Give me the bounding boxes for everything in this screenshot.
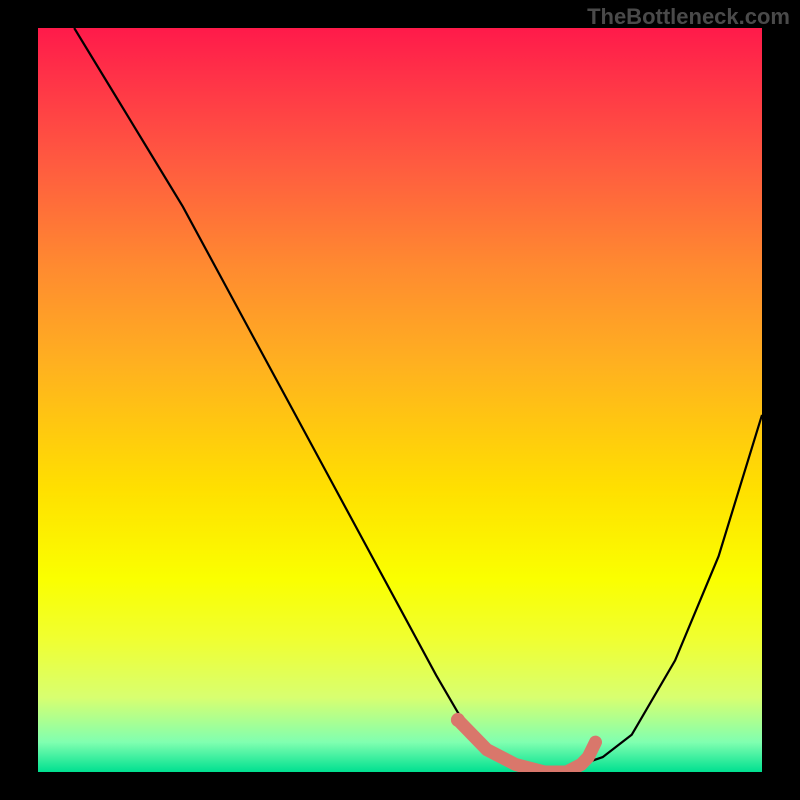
bottleneck-curve — [74, 28, 762, 772]
chart-svg — [38, 28, 762, 772]
plot-area — [38, 28, 762, 772]
optimal-range-highlight — [458, 720, 596, 772]
watermark-text: TheBottleneck.com — [587, 4, 790, 30]
optimal-start-dot — [451, 713, 465, 727]
